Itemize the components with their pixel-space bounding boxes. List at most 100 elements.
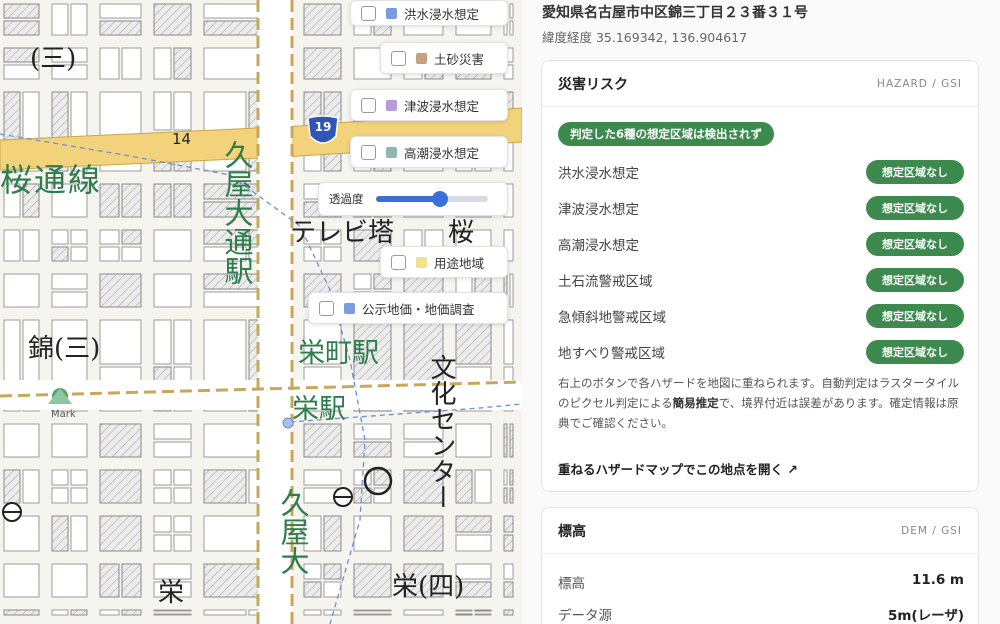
map-block — [303, 469, 342, 486]
map-block — [51, 423, 88, 458]
map-block — [3, 469, 21, 504]
map-block — [173, 91, 192, 131]
checkbox[interactable] — [391, 254, 406, 270]
map-block — [153, 487, 172, 504]
opacity-slider-thumb[interactable] — [432, 191, 449, 207]
checkbox[interactable] — [319, 300, 334, 316]
map-block — [153, 441, 192, 458]
map-block — [70, 229, 88, 245]
map-block — [99, 229, 120, 245]
opacity-control: 透過度 — [318, 182, 508, 216]
map-block — [99, 563, 120, 598]
map-block — [121, 246, 142, 262]
map-label-station: 久屋大通駅 — [220, 140, 254, 285]
map-block — [51, 469, 69, 486]
hazard-name: 洪水浸水想定 — [558, 166, 639, 182]
map-block — [353, 563, 392, 598]
map-block — [99, 183, 120, 218]
hazard-note: 右上のボタンで各ハザードを地図に重ねられます。自動判定はラスタータイルのピクセル… — [558, 376, 960, 430]
elevation-card-source: DEM / GSI — [901, 524, 962, 537]
route-shield-icon: 19 — [306, 114, 340, 150]
map-block — [121, 229, 142, 245]
map-block — [303, 423, 342, 458]
map-view[interactable]: (三) 桜通線 久屋大通駅 テレビ塔 桜 錦(三) 栄町駅 栄駅 文化センター … — [0, 0, 522, 624]
map-block — [51, 515, 69, 552]
map-label-station: 栄駅 — [292, 394, 346, 425]
layer-toggle-tsunami[interactable]: 津波浸水想定 — [350, 89, 508, 121]
map-block — [455, 423, 492, 458]
map-block — [3, 609, 40, 616]
map-block — [509, 3, 514, 19]
map-block — [51, 609, 69, 616]
map-label-road: 桜通線 — [0, 161, 103, 199]
map-block — [153, 534, 172, 552]
map-block — [99, 319, 142, 365]
map-block — [153, 613, 192, 616]
map-block — [303, 609, 322, 616]
open-hazard-map-link[interactable]: 重ねるハザードマップでこの地点を開く ↗ — [558, 459, 798, 478]
map-block — [153, 563, 192, 580]
elevation-row: データ源 5m(レーザ) — [558, 604, 964, 624]
map-block — [509, 273, 514, 308]
map-block — [353, 613, 392, 616]
map-block — [403, 515, 444, 552]
map-block — [503, 581, 514, 598]
address: 愛知県名古屋市中区錦三丁目２３番３１号 — [542, 5, 808, 21]
map-block — [303, 581, 322, 598]
map-block — [303, 3, 342, 36]
layer-label: 公示地価・地価調査 — [362, 301, 475, 317]
map-label-area: 栄 — [158, 578, 185, 608]
hazard-row: 洪水浸水想定 想定区域なし — [558, 159, 964, 185]
map-block — [153, 423, 192, 440]
map-block — [509, 20, 514, 36]
checkbox[interactable] — [361, 97, 376, 113]
map-block — [153, 91, 172, 131]
map-block — [70, 515, 88, 552]
map-block — [121, 183, 142, 218]
map-block — [153, 47, 172, 80]
map-label-area: 錦(三) — [28, 334, 101, 364]
map-block — [455, 534, 492, 552]
checkbox[interactable] — [391, 50, 406, 66]
map-block — [99, 47, 120, 80]
map-marker-label: Mark — [51, 409, 76, 420]
map-block — [474, 609, 492, 612]
hazard-card-source: HAZARD / GSI — [877, 77, 962, 90]
map-block — [455, 469, 473, 504]
map-block — [503, 487, 508, 504]
layer-toggle-storm-surge[interactable]: 高潮浸水想定 — [350, 136, 508, 168]
map-block — [99, 20, 142, 36]
layer-toggle-zoning[interactable]: 用途地域 — [380, 246, 508, 278]
map-block — [353, 273, 372, 290]
map-block — [173, 47, 192, 80]
checkbox[interactable] — [361, 144, 376, 160]
map-block — [22, 229, 40, 262]
map-block — [3, 229, 21, 262]
map-block — [153, 319, 172, 365]
layer-toggle-landslide[interactable]: 土砂災害 — [380, 42, 508, 74]
elevation-value: 11.6 m — [911, 572, 964, 588]
checkbox[interactable] — [361, 5, 376, 21]
map-block — [455, 613, 473, 616]
map-block — [173, 515, 192, 533]
map-block — [51, 291, 88, 308]
map-block — [153, 609, 192, 612]
opacity-slider[interactable] — [375, 191, 488, 207]
hazard-status-badge: 想定区域なし — [866, 304, 964, 328]
map-block — [51, 487, 69, 504]
opacity-label: 透過度 — [329, 192, 364, 206]
hazard-row: 土石流警戒区域 想定区域なし — [558, 267, 964, 293]
info-panel: 愛知県名古屋市中区錦三丁目２３番３１号 緯度経度 35.169342, 136.… — [522, 0, 1000, 624]
layer-toggle-land-price[interactable]: 公示地価・地価調査 — [308, 292, 508, 324]
layer-swatch — [416, 256, 427, 268]
map-block — [503, 515, 514, 533]
map-block — [173, 469, 192, 486]
map-label-area: 栄(四) — [392, 572, 465, 602]
layer-toggle-flood[interactable]: 洪水浸水想定 — [350, 0, 508, 26]
map-label-area: (三) — [30, 44, 77, 74]
map-block — [455, 515, 492, 533]
hazard-card-header: 災害リスク HAZARD / GSI — [542, 61, 978, 107]
map-block — [503, 469, 508, 486]
map-block — [173, 319, 192, 365]
map-block — [353, 441, 392, 458]
